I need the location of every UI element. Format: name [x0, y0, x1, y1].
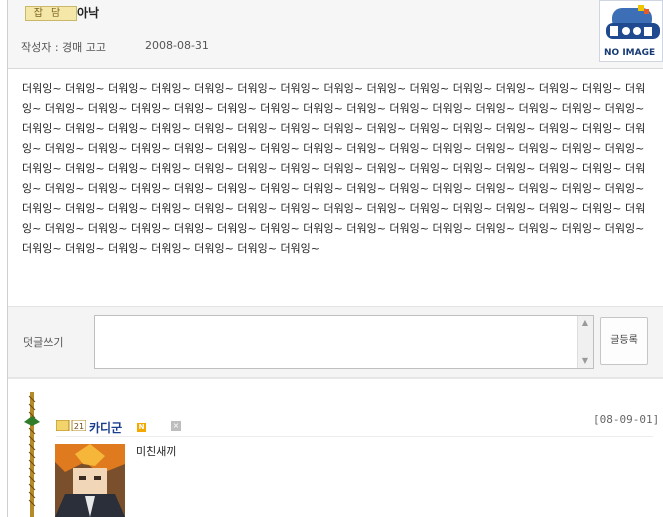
divider: [8, 378, 663, 379]
commenter-avatar[interactable]: [55, 444, 125, 517]
comment-author[interactable]: 카디군: [89, 419, 122, 436]
post-body: 더워잉~ 더워잉~ 더워잉~ 더워잉~ 더워잉~ 더워잉~ 더워잉~ 더워잉~ …: [22, 82, 646, 255]
post-date: 2008-08-31: [145, 39, 209, 52]
comment-divider: [56, 436, 653, 437]
thumbnail-caption: NO IMAGE: [604, 48, 656, 58]
submit-comment-button[interactable]: 글등록: [600, 317, 648, 365]
comment-input[interactable]: ▲ ▼: [94, 315, 594, 369]
comment-date: [08-09-01]: [593, 413, 660, 426]
comment-scrollbar[interactable]: ▲ ▼: [577, 316, 593, 368]
delete-comment-icon[interactable]: ×: [171, 421, 181, 431]
post-title: 아낙: [77, 6, 100, 20]
post-header: 잡담 아낙 작성자 : 경매 고고 2008-08-31: [8, 0, 663, 69]
comment-text: 미친새끼: [136, 445, 177, 458]
svg-text:21: 21: [74, 422, 84, 431]
scroll-up-icon[interactable]: ▲: [579, 317, 591, 329]
post-author: 작성자 : 경매 고고: [21, 41, 107, 54]
level-badge: 21: [56, 420, 86, 431]
avatar-image: [55, 444, 125, 517]
post-thumbnail: NO IMAGE: [599, 0, 663, 62]
category-badge: 잡담: [25, 6, 77, 21]
comment-thread-icon: [24, 392, 40, 517]
comment-form: 덧글쓰기 ▲ ▼ 글등록: [8, 306, 663, 378]
comment-label: 덧글쓰기: [23, 336, 64, 349]
frame-border: [7, 0, 8, 517]
scroll-down-icon[interactable]: ▼: [579, 355, 591, 367]
new-badge: N: [137, 423, 146, 432]
